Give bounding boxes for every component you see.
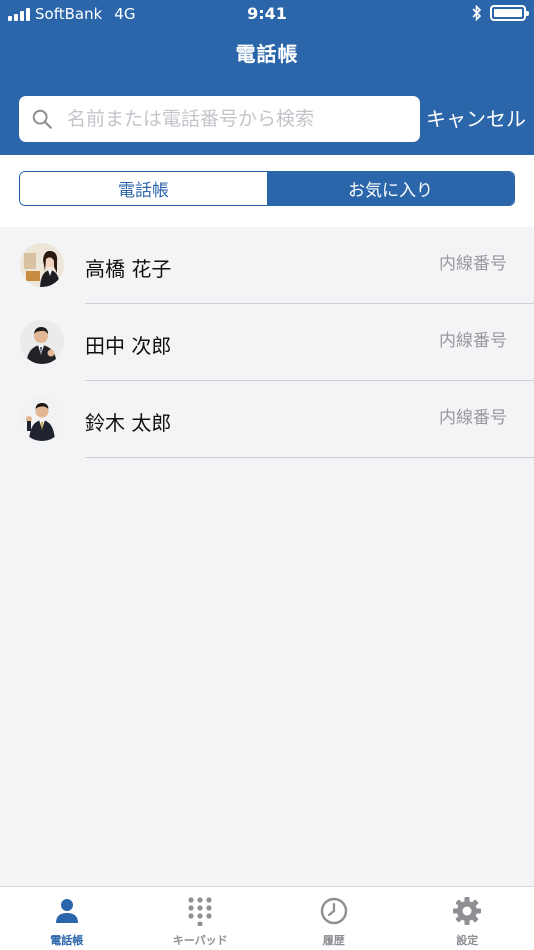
app-header: SoftBank 4G 9:41 電話帳 キャンセル — [0, 0, 534, 155]
contact-name: 高橋 花子 — [85, 257, 172, 281]
tab-keypad[interactable]: キーパッド — [134, 887, 268, 950]
tab-settings[interactable]: 設定 — [401, 887, 534, 950]
row-divider — [85, 457, 534, 458]
extension-label: 内線番号 — [439, 254, 507, 274]
tab-phonebook[interactable]: 電話帳 — [0, 887, 134, 950]
battery-fill — [494, 9, 522, 17]
bluetooth-icon — [472, 5, 482, 21]
contact-row-2[interactable]: 田中 次郎 内線番号 — [0, 304, 534, 381]
segment-phonebook[interactable]: 電話帳 — [20, 172, 267, 205]
search-input[interactable] — [67, 108, 397, 130]
tab-label: 設定 — [456, 934, 479, 947]
avatar — [20, 243, 64, 287]
contact-name: 鈴木 太郎 — [85, 411, 172, 435]
extension-label: 内線番号 — [439, 331, 507, 351]
status-time: 9:41 — [247, 4, 287, 23]
search-bar[interactable] — [19, 96, 420, 142]
contact-list: 高橋 花子 内線番号 田中 次郎 内線番号 鈴木 太郎 内線番号 — [0, 227, 534, 458]
tab-label: キーパッド — [172, 934, 228, 947]
person-icon — [55, 899, 78, 923]
gear-icon — [453, 897, 482, 925]
avatar — [20, 320, 64, 364]
tab-bar: 電話帳 キーパッド 履歴 設定 — [0, 886, 534, 950]
segmented-control: 電話帳 お気に入り — [19, 171, 515, 206]
status-bar: SoftBank 4G 9:41 — [0, 0, 534, 28]
keypad-icon — [188, 897, 212, 926]
cancel-button[interactable]: キャンセル — [426, 103, 526, 132]
tab-label: 履歴 — [322, 934, 345, 947]
contact-row-1[interactable]: 高橋 花子 内線番号 — [0, 227, 534, 304]
contact-name: 田中 次郎 — [85, 334, 172, 358]
tab-history[interactable]: 履歴 — [267, 887, 401, 950]
extension-label: 内線番号 — [439, 408, 507, 428]
search-icon — [32, 109, 52, 129]
avatar — [20, 397, 64, 441]
status-right — [472, 5, 529, 21]
clock-icon — [320, 897, 347, 925]
page-title: 電話帳 — [235, 42, 299, 66]
segment-container: 電話帳 お気に入り — [0, 155, 534, 227]
contact-row-3[interactable]: 鈴木 太郎 内線番号 — [0, 381, 534, 458]
segment-favorites[interactable]: お気に入り — [267, 172, 514, 205]
tab-label: 電話帳 — [50, 934, 84, 947]
battery-icon — [490, 5, 529, 21]
